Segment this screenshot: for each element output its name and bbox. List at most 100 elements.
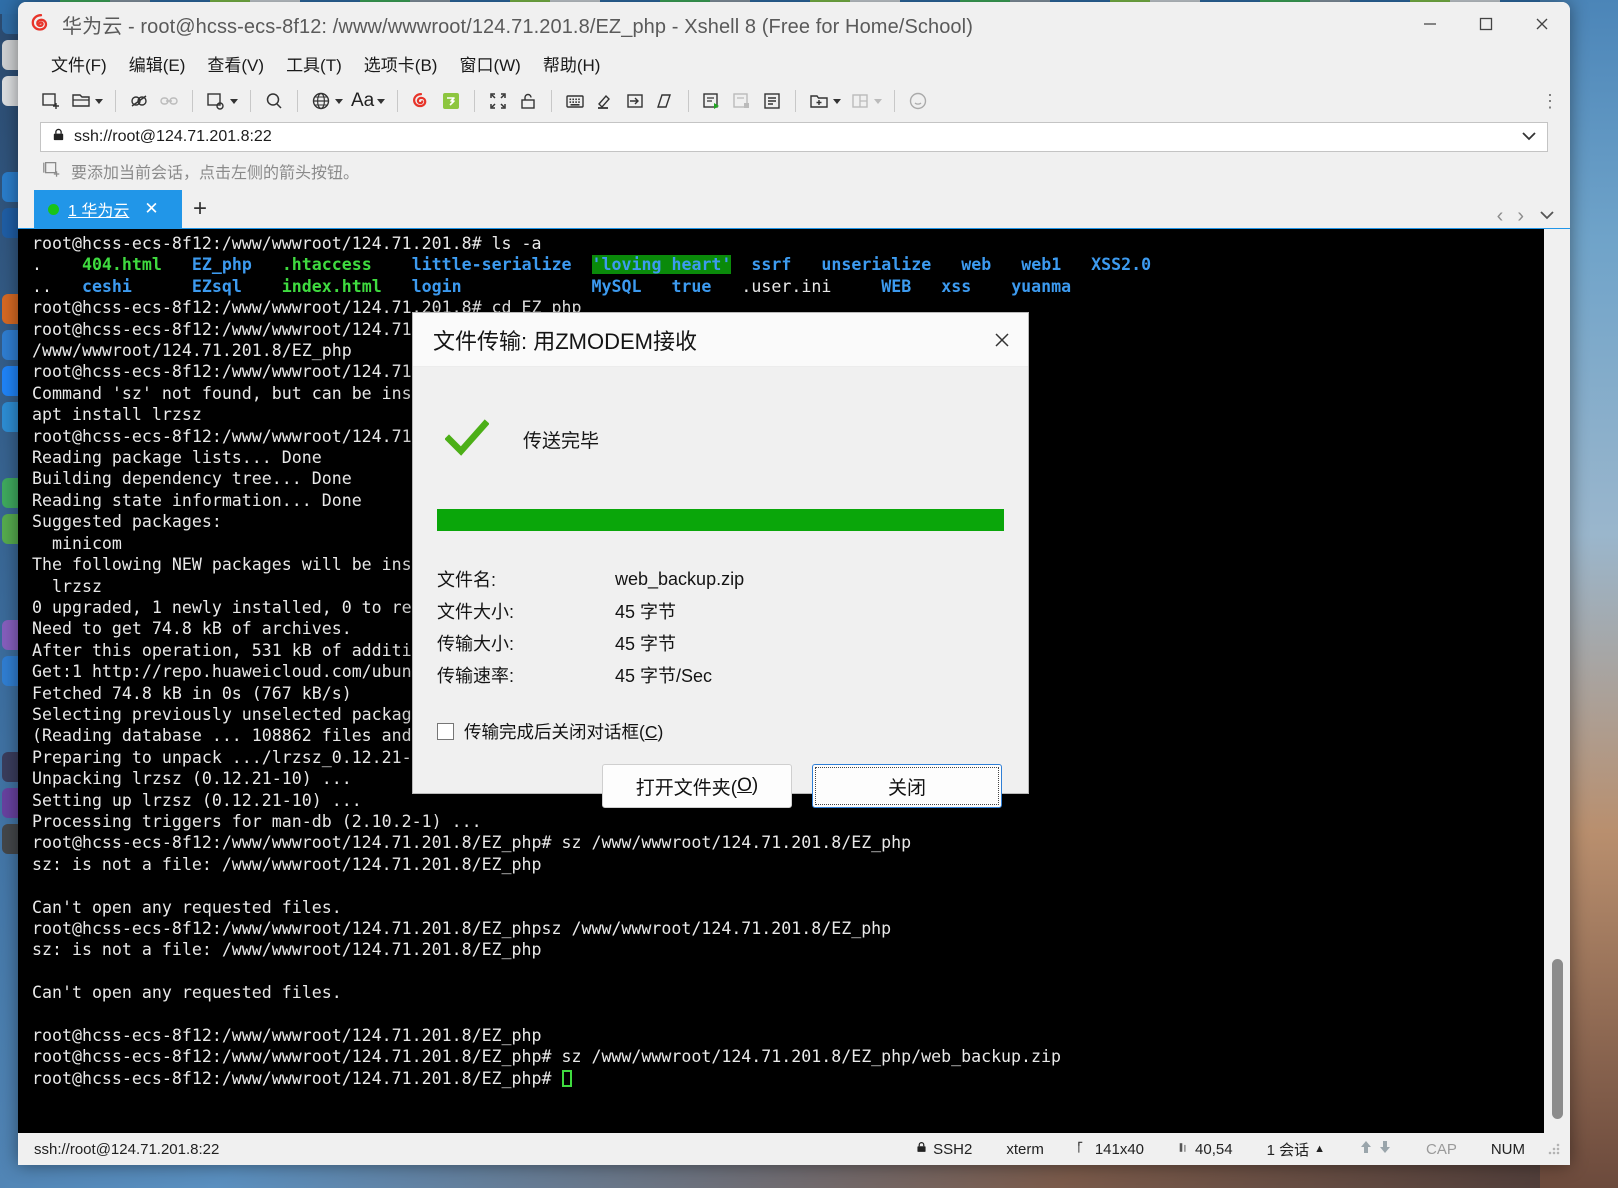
dialog-status-row: 传送完毕 <box>437 419 1004 459</box>
chevron-down-icon[interactable] <box>833 98 842 104</box>
terminal-line: root@hcss-ecs-8f12:/www/wwwroot/124.71.2… <box>32 1047 1061 1067</box>
status-sessions-label: 1 会话 <box>1266 1141 1310 1159</box>
detail-row-transferrate: 传输速率: 45 字节/Sec <box>437 659 1004 691</box>
toolbar-separator <box>397 90 399 112</box>
menu-view[interactable]: 查看(V) <box>196 48 275 79</box>
close-window-button[interactable] <box>1514 2 1570 46</box>
chevron-down-icon[interactable] <box>230 98 238 104</box>
address-input[interactable]: ssh://root@124.71.201.8:22 <box>74 128 1521 146</box>
address-bar[interactable]: ssh://root@124.71.201.8:22 <box>40 122 1548 152</box>
cursor-pos-icon <box>1178 1141 1190 1158</box>
send-key-icon[interactable] <box>620 85 650 117</box>
tab-close-icon[interactable]: ✕ <box>144 199 158 219</box>
menu-edit[interactable]: 编辑(E) <box>118 48 197 79</box>
dialog-detail-rows: 文件名: web_backup.zip 文件大小: 45 字节 传输大小: 45… <box>437 563 1004 691</box>
dialog-title-bar: 文件传输: 用ZMODEM接收 <box>413 313 1028 367</box>
close-on-complete-label: 传输完成后关闭对话框(C) <box>464 722 664 742</box>
add-session-icon[interactable] <box>42 159 62 184</box>
window-title: 华为云 - root@hcss-ecs-8f12: /www/wwwroot/1… <box>62 15 973 38</box>
terminal-line: . 404.html EZ_php .htaccess little-seria… <box>32 255 1152 275</box>
split-layout-icon <box>845 85 886 117</box>
find-icon[interactable] <box>259 85 289 117</box>
terminal-line: root@hcss-ecs-8f12:/www/wwwroot/124.71.2… <box>32 1068 1544 1089</box>
status-bar: ssh://root@124.71.201.8:22 SSH2 xterm 14… <box>18 1133 1570 1165</box>
highlight-icon[interactable] <box>590 85 620 117</box>
run-script-icon[interactable] <box>697 85 727 117</box>
session-properties-icon[interactable] <box>201 85 242 117</box>
status-cursor-label: 40,54 <box>1195 1140 1233 1158</box>
xshell-red-icon[interactable] <box>406 85 436 117</box>
dialog-close-icon[interactable] <box>976 313 1028 367</box>
detail-key: 文件大小: <box>437 602 515 622</box>
detail-key: 传输大小: <box>437 634 515 654</box>
globe-encoding-icon[interactable] <box>306 85 347 117</box>
detail-value: 45 字节 <box>615 634 677 654</box>
dialog-status-text: 传送完毕 <box>523 430 600 452</box>
status-transfer <box>1359 1139 1392 1159</box>
font-size-icon[interactable]: Aa <box>347 85 389 117</box>
chat-icon[interactable] <box>903 85 933 117</box>
tab-list-button[interactable] <box>1538 208 1556 226</box>
detail-value: 45 字节/Sec <box>615 666 713 686</box>
keyboard-icon[interactable] <box>560 85 590 117</box>
minimize-button[interactable] <box>1402 2 1458 46</box>
menu-tools[interactable]: 工具(T) <box>275 48 353 79</box>
menu-help[interactable]: 帮助(H) <box>532 48 612 79</box>
add-session-hint-bar: 要添加当前会话，点击左侧的箭头按钮。 <box>18 152 1570 190</box>
log-icon[interactable] <box>757 85 787 117</box>
terminal-line: root@hcss-ecs-8f12:/www/wwwroot/124.71.2… <box>32 833 912 853</box>
menu-tab[interactable]: 选项卡(B) <box>353 48 449 79</box>
tab-next-button[interactable]: › <box>1517 205 1524 228</box>
detail-row-transfersize: 传输大小: 45 字节 <box>437 627 1004 659</box>
terminal-line: root@hcss-ecs-8f12:/www/wwwroot/124.71.2… <box>32 234 542 253</box>
dialog-footer: 打开文件夹(O) 关闭 <box>413 744 1028 828</box>
open-folder-button[interactable]: 打开文件夹(O) <box>602 764 792 808</box>
clear-screen-icon[interactable] <box>650 85 680 117</box>
status-sessions-caret-icon[interactable]: ▲ <box>1314 1143 1325 1155</box>
resize-grip[interactable] <box>1548 1142 1562 1156</box>
new-tab-icon[interactable] <box>804 85 845 117</box>
xftp-green-icon[interactable] <box>436 85 466 117</box>
close-on-complete-row[interactable]: 传输完成后关闭对话框(C) <box>437 719 1004 744</box>
terminal-line: Can't open any requested files. <box>32 897 342 917</box>
maximize-button[interactable] <box>1458 2 1514 46</box>
check-mark-icon <box>444 419 490 459</box>
terminal-cursor <box>561 1069 572 1087</box>
tab-prev-button[interactable]: ‹ <box>1497 205 1504 228</box>
toolbar-overflow-button[interactable]: ⋮ <box>1541 91 1560 112</box>
terminal-line: Can't open any requested files. <box>32 983 342 1003</box>
stop-script-icon <box>727 85 757 117</box>
new-session-icon[interactable] <box>36 85 66 117</box>
terminal-line: sz: is not a file: /www/wwwroot/124.71.2… <box>32 940 542 960</box>
detail-value: web_backup.zip <box>615 568 745 589</box>
toolbar-separator <box>250 90 251 112</box>
close-button[interactable]: 关闭 <box>812 764 1002 808</box>
fullscreen-icon[interactable] <box>483 85 513 117</box>
lock-icon[interactable] <box>513 85 543 117</box>
toolbar-separator <box>115 90 116 112</box>
link-icon <box>154 85 184 117</box>
chevron-down-icon[interactable] <box>377 98 386 104</box>
scrollbar-thumb[interactable] <box>1551 959 1563 1119</box>
status-caps: CAP <box>1425 1140 1457 1158</box>
terminal-line: sz: is not a file: /www/wwwroot/124.71.2… <box>32 854 542 874</box>
new-tab-button[interactable]: + <box>182 190 218 228</box>
status-size: 141x40 <box>1078 1141 1144 1158</box>
chevron-down-icon[interactable] <box>95 98 103 104</box>
tab-session-1[interactable]: 1 华为云 ✕ <box>34 190 182 228</box>
status-connection: ssh://root@124.71.201.8:22 <box>34 1140 220 1158</box>
toolbar-separator <box>795 90 797 112</box>
close-on-complete-checkbox[interactable] <box>437 723 454 740</box>
menu-window[interactable]: 窗口(W) <box>448 48 531 79</box>
toolbar-separator <box>297 90 298 112</box>
chevron-down-icon[interactable] <box>1521 128 1537 146</box>
menu-file[interactable]: 文件(F) <box>40 48 118 79</box>
open-folder-icon[interactable] <box>66 85 107 117</box>
chevron-down-icon[interactable] <box>335 98 343 104</box>
tab-label: 1 华为云 <box>68 203 130 220</box>
disconnect-icon[interactable] <box>124 85 154 117</box>
status-sessions[interactable]: 1 会话 ▲ <box>1267 1139 1325 1160</box>
terminal-scrollbar[interactable] <box>1544 229 1570 1133</box>
